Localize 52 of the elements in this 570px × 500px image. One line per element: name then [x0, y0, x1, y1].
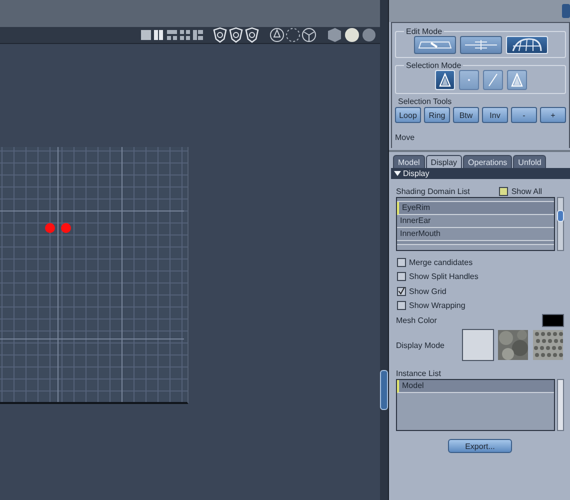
symmetry-icon: [462, 39, 498, 51]
panel-resize-handle[interactable]: [380, 370, 388, 410]
group-label: Selection Mode: [405, 61, 462, 70]
line-icon: [486, 73, 498, 87]
color-swatch[interactable]: [542, 314, 564, 326]
scrollbar[interactable]: [557, 197, 564, 251]
option-checkbox[interactable]: Show Split Handles: [397, 270, 564, 284]
list-item[interactable]: InnerMouth: [397, 228, 554, 241]
display-mode-swatch[interactable]: [497, 329, 529, 361]
move-label: Move: [395, 133, 416, 142]
group-label: Edit Mode: [405, 27, 444, 36]
option-checkbox[interactable]: Merge candidates: [397, 255, 564, 270]
selection-tool-button[interactable]: Ring: [424, 107, 450, 123]
shield-icons[interactable]: [212, 27, 260, 43]
list-label: Instance List: [396, 369, 442, 378]
display-mode-swatch[interactable]: [462, 329, 494, 361]
selection-tool-button[interactable]: Btw: [453, 107, 479, 123]
display-mode-swatch[interactable]: [532, 329, 564, 361]
shading-sphere-icons[interactable]: [326, 27, 376, 43]
triangle-icon: [510, 73, 522, 87]
tab[interactable]: Unfold: [513, 155, 546, 168]
selection-tool-button[interactable]: -: [511, 107, 537, 123]
selection-tool-button[interactable]: +: [540, 107, 566, 123]
disclosure-triangle-icon: [394, 170, 401, 177]
section-title: Display: [403, 169, 430, 178]
show-all-checkbox[interactable]: Show All: [499, 187, 542, 196]
triangle-icon: [438, 73, 450, 87]
edit-mode-button[interactable]: [460, 36, 502, 54]
vertex-markers: [45, 222, 71, 234]
tool-icon: [416, 39, 452, 51]
list-label: Shading Domain List: [396, 187, 470, 196]
tab[interactable]: Model: [393, 155, 425, 168]
selection-tool-button[interactable]: Inv: [482, 107, 508, 123]
export-button[interactable]: Export...: [448, 439, 512, 453]
display-mode-label: Display Mode: [396, 340, 444, 350]
mesh-color-label: Mesh Color: [396, 316, 437, 324]
section-header[interactable]: Display: [391, 168, 570, 179]
option-checkbox[interactable]: Show Wrapping: [397, 298, 564, 313]
list-item[interactable]: Model: [397, 380, 554, 393]
tab[interactable]: Display: [426, 155, 462, 168]
selection-tool-button[interactable]: Loop: [395, 107, 421, 123]
layout-icons[interactable]: [141, 29, 203, 41]
check-icon: [398, 286, 405, 296]
tab[interactable]: Operations: [463, 155, 512, 168]
option-checkbox[interactable]: Show Grid: [397, 284, 564, 298]
list-item[interactable]: InnerEar: [397, 215, 554, 228]
selection-mode-button[interactable]: [506, 70, 526, 90]
camera-control-icons[interactable]: [269, 27, 317, 43]
edit-mode-button[interactable]: [414, 36, 456, 54]
scrollbar[interactable]: [557, 379, 564, 431]
list-item[interactable]: EyeRim: [397, 202, 554, 215]
group-label: Selection Tools: [398, 97, 453, 106]
